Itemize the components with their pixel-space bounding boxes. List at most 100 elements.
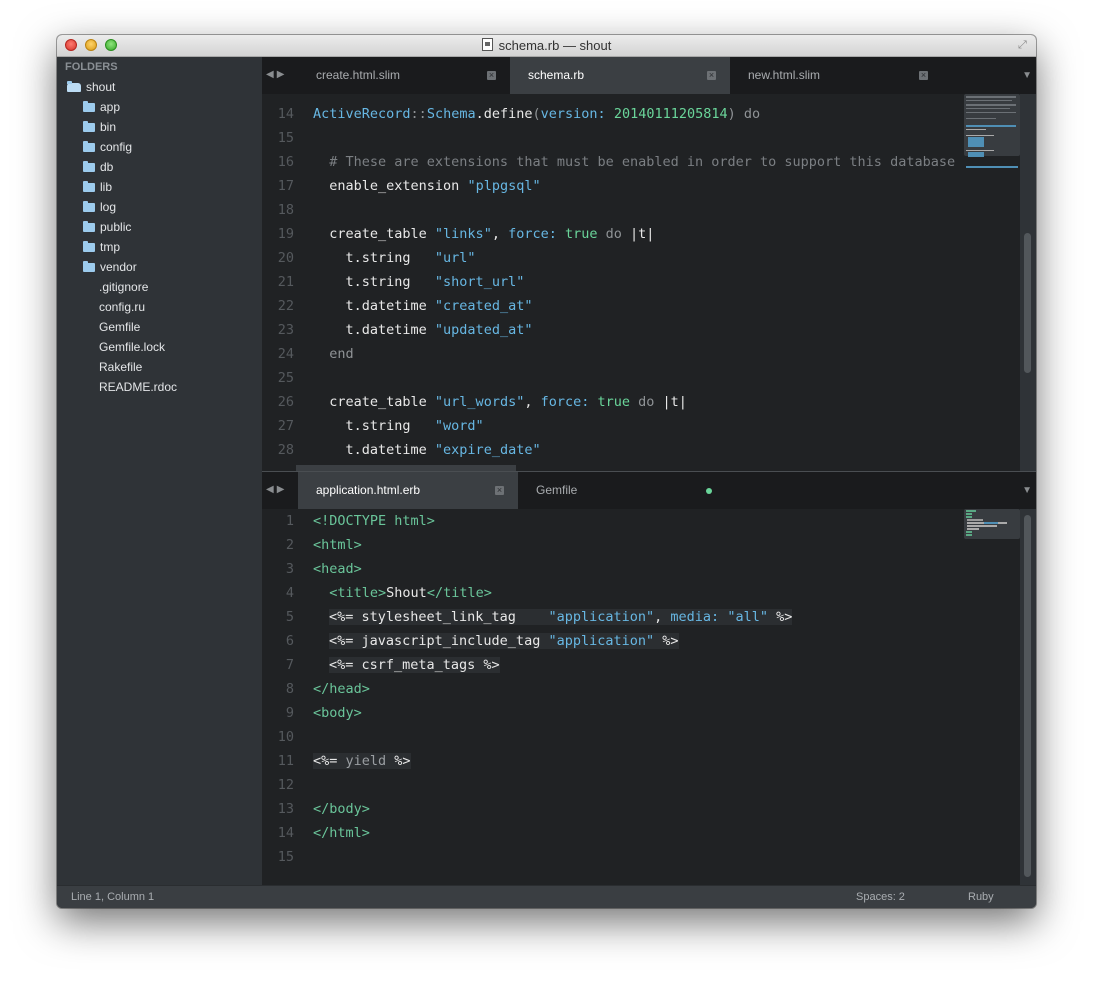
code-editor-top[interactable]: 13 14 15 16 17 18 19 20 21 22 23 24 25 2… <box>262 94 1020 471</box>
tab-close-icon[interactable]: × <box>495 486 504 495</box>
line-number: 28 <box>277 442 294 458</box>
token-string: "url_words" <box>434 394 525 410</box>
token-erb: <%= javascript_include_tag <box>329 633 549 649</box>
code-line-doctype: <!DOCTYPE html> <box>313 513 435 529</box>
line-number: 20 <box>277 250 294 266</box>
nav-right-icon[interactable]: ▶ <box>277 484 288 495</box>
minimap[interactable] <box>964 509 1020 539</box>
folder-shout[interactable]: shout <box>67 77 115 97</box>
minimap-preview <box>966 96 1018 168</box>
token-paren: ( <box>532 106 541 122</box>
tab-create-html-slim[interactable]: create.html.slim × <box>298 57 510 94</box>
folders-header: FOLDERS <box>65 61 118 73</box>
token-keyword: do <box>597 226 631 242</box>
line-number: 21 <box>277 274 294 290</box>
scrollbar-thumb[interactable] <box>1024 233 1031 373</box>
editor-window: schema.rb — shout ⤢ FOLDERS shout app bi… <box>57 35 1036 908</box>
code-line-keyword: end <box>313 346 354 362</box>
token-paren: ) <box>727 106 736 122</box>
cursor-position: Line 1, Column 1 <box>71 891 155 903</box>
line-number: 23 <box>277 322 294 338</box>
file-rakefile[interactable]: Rakefile <box>99 357 142 377</box>
token-identifier: t.datetime <box>313 442 435 458</box>
fullscreen-icon[interactable]: ⤢ <box>1018 39 1030 51</box>
title-bar: schema.rb — shout ⤢ <box>57 35 1036 57</box>
vertical-scrollbar[interactable] <box>1020 509 1036 886</box>
file-config-ru[interactable]: config.ru <box>99 297 145 317</box>
token-string: "application" <box>548 609 655 625</box>
code-line: t.datetime "expire_date" <box>313 438 541 462</box>
token-erb: %> <box>767 609 793 625</box>
nav-left-icon[interactable]: ◀ <box>266 484 277 495</box>
line-number: 25 <box>277 370 294 386</box>
tab-close-icon[interactable]: × <box>707 71 716 80</box>
file-gemfile[interactable]: Gemfile <box>99 317 140 337</box>
folder-config[interactable]: config <box>83 137 132 157</box>
token-symbol: version: <box>540 106 606 122</box>
vertical-scrollbar[interactable] <box>1020 94 1036 471</box>
line-number: 15 <box>277 849 294 865</box>
token-string: "short_url" <box>434 274 525 290</box>
nav-right-icon[interactable]: ▶ <box>277 69 288 80</box>
tab-gemfile[interactable]: Gemfile <box>518 472 730 509</box>
syntax-setting[interactable]: Ruby <box>968 886 994 908</box>
tab-application-html-erb[interactable]: application.html.erb × <box>298 472 518 509</box>
folder-public[interactable]: public <box>83 217 131 237</box>
folder-bin[interactable]: bin <box>83 117 116 137</box>
code-editor-bottom[interactable]: 1 2 3 4 5 6 7 8 9 10 11 12 13 14 15 <!DO… <box>262 509 1020 886</box>
line-number: 18 <box>277 202 294 218</box>
nav-left-icon[interactable]: ◀ <box>266 69 277 80</box>
tab-close-icon[interactable]: × <box>487 71 496 80</box>
folder-vendor[interactable]: vendor <box>83 257 137 277</box>
token-constant: ActiveRecord <box>313 106 411 122</box>
top-tab-bar: ◀▶ create.html.slim × schema.rb × new.html… <box>262 57 1036 94</box>
code-line-erb: <%= javascript_include_tag "application"… <box>329 629 679 653</box>
line-number: 11 <box>277 753 294 769</box>
line-number: 8 <box>285 681 294 697</box>
folder-log[interactable]: log <box>83 197 116 217</box>
tab-nav-arrows[interactable]: ◀▶ <box>266 484 287 495</box>
line-number: 4 <box>285 585 294 601</box>
tab-label: Gemfile <box>536 483 578 497</box>
token-identifier: enable_extension <box>313 178 468 194</box>
folder-tmp[interactable]: tmp <box>83 237 120 257</box>
unsaved-dot-icon[interactable] <box>706 488 712 494</box>
tab-dropdown-icon[interactable]: ▼ <box>1022 485 1032 496</box>
token-identifier: create_table <box>313 226 435 242</box>
folder-lib[interactable]: lib <box>83 177 112 197</box>
folder-label: vendor <box>100 260 137 274</box>
window-title-text: schema.rb — shout <box>498 38 612 53</box>
line-number: 27 <box>277 418 294 434</box>
tab-nav-arrows[interactable]: ◀▶ <box>266 69 287 80</box>
folder-db[interactable]: db <box>83 157 113 177</box>
tab-dropdown-icon[interactable]: ▼ <box>1022 70 1032 81</box>
folder-icon <box>83 141 95 152</box>
code-line: t.string "word" <box>313 414 484 438</box>
folder-app[interactable]: app <box>83 97 120 117</box>
tab-close-icon[interactable]: × <box>919 71 928 80</box>
code-line: create_table "url_words", force: true do… <box>313 390 687 414</box>
token-erb: <%= <box>313 753 338 769</box>
file-gemfile-lock[interactable]: Gemfile.lock <box>99 337 165 357</box>
minimap[interactable] <box>964 94 1020 168</box>
scrollbar-thumb[interactable] <box>1024 515 1031 877</box>
code-line: t.datetime "updated_at" <box>313 318 533 342</box>
folder-icon <box>83 201 95 212</box>
folder-icon <box>83 261 95 272</box>
folder-label: log <box>100 200 117 214</box>
tab-new-html-slim[interactable]: new.html.slim × <box>730 57 942 94</box>
token-operator: :: <box>410 106 427 122</box>
file-readme[interactable]: README.rdoc <box>99 377 177 397</box>
file-gitignore[interactable]: .gitignore <box>99 277 148 297</box>
line-number: 1 <box>285 513 294 529</box>
code-line: create_table "links", force: true do |t| <box>313 222 654 246</box>
tab-schema-rb[interactable]: schema.rb × <box>510 57 730 94</box>
token-symbol: force: <box>508 226 557 242</box>
token-string: "updated_at" <box>434 322 533 338</box>
line-number: 14 <box>277 825 294 841</box>
indentation-setting[interactable]: Spaces: 2 <box>856 886 905 908</box>
code-line: <title>Shout</title> <box>313 581 492 605</box>
line-number: 14 <box>277 106 294 122</box>
